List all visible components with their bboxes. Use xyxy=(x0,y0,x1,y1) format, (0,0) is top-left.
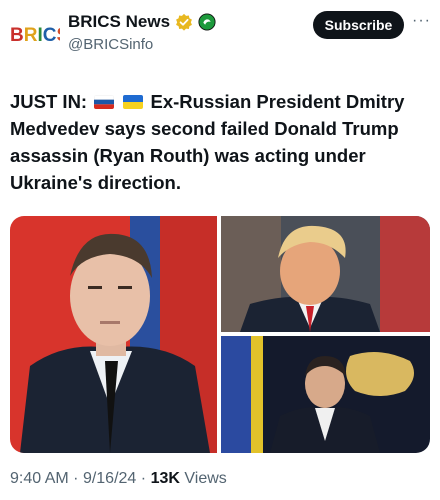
meta-separator: · xyxy=(73,470,79,487)
account-name[interactable]: BRICS News xyxy=(68,12,170,32)
views-label: Views xyxy=(184,470,227,487)
tweet-lead: JUST IN: xyxy=(10,91,88,112)
tweet-text: JUST IN: Ex-Russian President Dmitry Med… xyxy=(10,88,430,196)
tweet-time[interactable]: 9:40 AM xyxy=(10,470,69,487)
ukraine-flag-icon xyxy=(123,95,144,109)
medvedev-photo[interactable] xyxy=(10,216,217,453)
tweet-meta: 9:40 AM · 9/16/24 · 13K Views xyxy=(10,470,227,488)
affiliate-badge-icon xyxy=(198,13,216,31)
brics-logo-icon: BRICS xyxy=(10,25,60,46)
account-handle[interactable]: @BRICSinfo xyxy=(68,36,153,53)
meta-separator: · xyxy=(140,470,147,487)
trump-photo[interactable] xyxy=(221,216,430,332)
tweet-date[interactable]: 9/16/24 xyxy=(83,470,136,487)
tweet-header: BRICS BRICS News @BRICSinfo Subscribe ··… xyxy=(0,0,440,70)
more-options-icon[interactable]: ··· xyxy=(412,12,431,30)
svg-text:BRICS: BRICS xyxy=(10,25,60,46)
account-avatar[interactable]: BRICS xyxy=(10,16,60,52)
russia-flag-icon xyxy=(94,95,115,109)
zelensky-photo[interactable] xyxy=(221,336,430,453)
subscribe-button[interactable]: Subscribe xyxy=(313,11,404,39)
verified-badge-icon xyxy=(176,13,192,31)
views-count[interactable]: 13K xyxy=(151,470,180,487)
media-collage-image xyxy=(10,216,430,453)
media-grid[interactable] xyxy=(10,216,430,453)
account-name-row: BRICS News xyxy=(68,12,216,32)
